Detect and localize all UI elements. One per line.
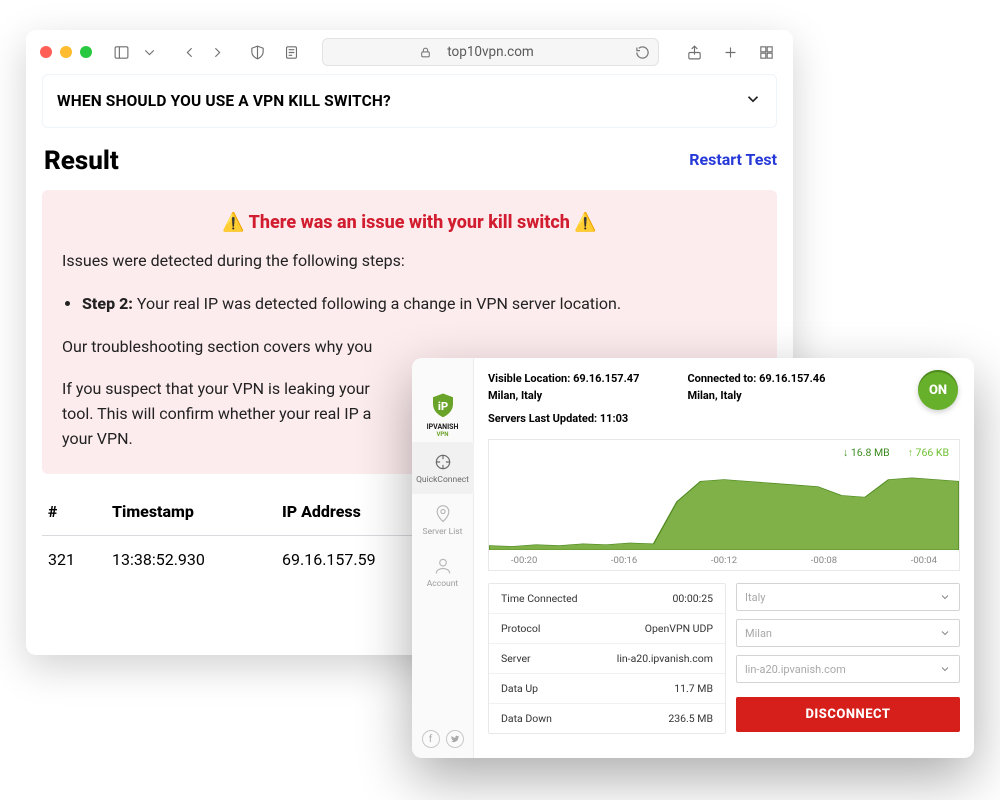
back-button[interactable] [176,39,202,65]
col-timestamp: Timestamp [112,502,282,521]
axis-tick: -00:04 [911,555,937,566]
connected-to-city: Milan, Italy [687,389,741,402]
ipvanish-window: iP IPVANISH VPN QuickConnect Server List… [412,358,974,758]
cell-index: 321 [48,550,112,569]
country-dropdown[interactable]: Italy [736,583,960,611]
reader-icon[interactable] [278,39,304,65]
legend-down: ↓ 16.8 MB [843,446,890,459]
on-toggle[interactable]: ON [918,370,958,410]
maximize-icon[interactable] [80,46,92,58]
share-icon[interactable] [681,39,707,65]
brand-label: IPVANISH [427,423,459,431]
visible-location-label: Visible Location: [488,372,570,385]
brand-sub: VPN [436,431,448,438]
axis-tick: -00:20 [511,555,537,566]
connected-to-label: Connected to: [687,372,756,385]
stats-panel: Time Connected 00:00:25 Protocol OpenVPN… [488,583,726,734]
troubleshoot-text: Our troubleshooting section covers why y… [62,335,757,360]
lock-icon [419,46,432,63]
disconnect-button[interactable]: DISCONNECT [736,697,960,732]
legend-up: ↑ 766 KB [908,446,949,459]
stat-value: 236.5 MB [668,712,713,725]
chart-legend: ↓ 16.8 MB ↑ 766 KB [843,446,949,459]
accordion-item[interactable]: WHEN SHOULD YOU USE A VPN KILL SWITCH? [42,74,777,128]
server-dropdown[interactable]: lin-a20.ipvanish.com [736,655,960,683]
stat-value: OpenVPN UDP [645,622,713,635]
servers-updated-time: 11:03 [600,412,628,425]
minimize-icon[interactable] [60,46,72,58]
stat-value: 11.7 MB [674,682,713,695]
nav-serverlist[interactable]: Server List [412,494,474,546]
alert-title-text: There was an issue with your kill switch [249,212,570,233]
browser-titlebar: top10vpn.com [26,30,793,74]
app-main: Visible Location: 69.16.157.47 Milan, It… [474,358,974,758]
shield-icon[interactable] [244,39,270,65]
stat-value: lin-a20.ipvanish.com [617,652,713,665]
dropdown-value: lin-a20.ipvanish.com [745,663,846,676]
ipvanish-logo: iP IPVANISH VPN [418,386,468,442]
stat-label: Server [501,652,531,665]
connection-info: Visible Location: 69.16.157.47 Milan, It… [488,370,960,427]
close-icon[interactable] [40,46,52,58]
chart-axis: -00:20 -00:16 -00:12 -00:08 -00:04 [489,555,959,566]
social-links: f [422,730,464,748]
stat-label: Time Connected [501,592,578,605]
reload-icon[interactable] [635,45,650,64]
facebook-icon[interactable]: f [422,730,440,748]
chevron-down-icon[interactable] [136,39,162,65]
dropdown-value: Italy [745,591,765,604]
result-heading: Result [44,146,119,176]
visible-location-city: Milan, Italy [488,389,542,402]
col-index: # [48,502,112,521]
axis-tick: -00:12 [711,555,737,566]
twitter-icon[interactable] [446,730,464,748]
city-dropdown[interactable]: Milan [736,619,960,647]
servers-updated-label: Servers Last Updated: [488,412,597,425]
traffic-chart: ↓ 16.8 MB ↑ 766 KB -00:20 -00:16 -00:12 … [488,439,960,571]
issues-intro: Issues were detected during the followin… [62,249,757,274]
window-controls[interactable] [40,46,92,58]
accordion-title: WHEN SHOULD YOU USE A VPN KILL SWITCH? [57,92,391,110]
restart-test-link[interactable]: Restart Test [689,150,777,169]
stat-label: Protocol [501,622,540,635]
nav-account[interactable]: Account [412,546,474,598]
app-sidebar: iP IPVANISH VPN QuickConnect Server List… [412,358,474,758]
dropdown-value: Milan [745,627,772,640]
accordion: WHEN SHOULD YOU USE A VPN KILL SWITCH? [42,74,777,128]
svg-text:iP: iP [437,399,447,412]
nav-label: Account [427,579,458,589]
alert-title: ⚠️ There was an issue with your kill swi… [62,212,757,233]
tab-overview-icon[interactable] [753,39,779,65]
new-tab-icon[interactable] [717,39,743,65]
address-bar-text: top10vpn.com [447,44,533,60]
warning-icon: ⚠️ [574,212,596,233]
forward-button[interactable] [204,39,230,65]
stat-value: 00:00:25 [673,592,714,605]
stat-label: Data Up [501,682,538,695]
cell-timestamp: 13:38:52.930 [112,550,282,569]
visible-location-ip: 69.16.157.47 [573,372,639,385]
axis-tick: -00:08 [811,555,837,566]
chevron-down-icon [744,90,762,112]
step-label: Step 2: [82,294,133,313]
sidebar-toggle-icon[interactable] [108,39,134,65]
connected-to-ip: 69.16.157.46 [759,372,825,385]
step-text: Your real IP was detected following a ch… [137,294,621,313]
stat-label: Data Down [501,712,552,725]
issue-step: Step 2: Your real IP was detected follow… [82,292,757,317]
chart-area [489,462,959,550]
address-bar[interactable]: top10vpn.com [322,38,659,66]
nav-quickconnect[interactable]: QuickConnect [412,442,474,494]
nav-label: QuickConnect [416,475,469,485]
axis-tick: -00:16 [611,555,637,566]
nav-label: Server List [423,527,463,537]
warning-icon: ⚠️ [222,212,244,233]
